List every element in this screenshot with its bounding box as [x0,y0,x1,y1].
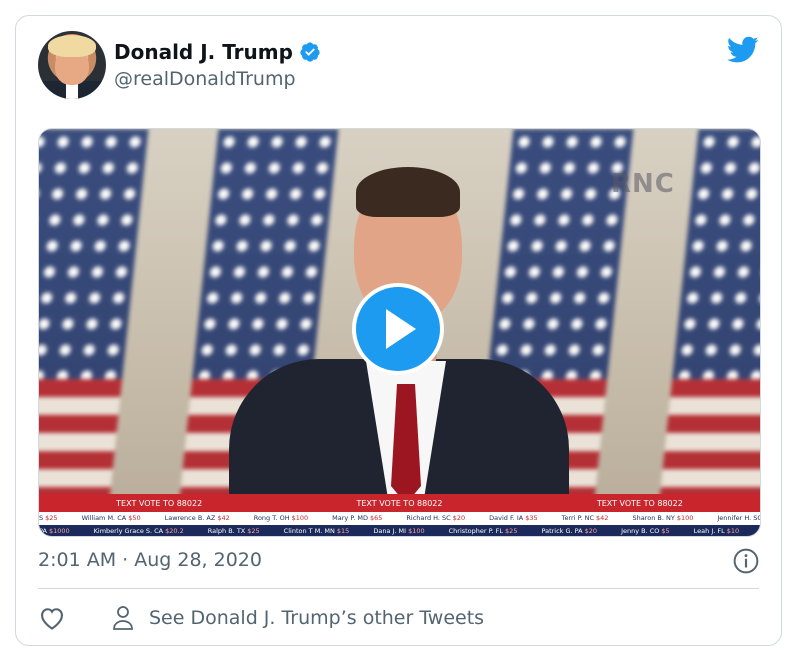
flag-backdrop [39,129,149,499]
ticker-donor-entry: William M. CA $50 [82,514,153,522]
author-display-name[interactable]: Donald J. Trump [114,40,293,64]
ticker-donor-amount: $35 [525,514,538,522]
ticker-donor-amount: $42 [596,514,609,522]
ticker-donor-amount: $10 [726,527,740,535]
ticker-donor-amount: $25 [505,527,518,535]
ticker-donor-amount: $20 [452,514,466,522]
ticker-donor-name: PA [39,527,47,535]
ticker-banner: TEXT VOTE TO 88022 TEXT VOTE TO 88022 TE… [39,494,760,512]
ticker-donor-amount: $20.2 [165,527,184,535]
divider [38,588,759,589]
ticker-banner-text: TEXT VOTE TO 88022 [596,498,683,508]
avatar-shirt [66,83,78,99]
ticker-donor-amount: $50 [128,514,141,522]
see-other-tweets-link[interactable]: See Donald J. Trump’s other Tweets [149,607,484,629]
ticker-donor-entry: Mary P. MD $65 [332,514,394,522]
author-name-row[interactable]: Donald J. Trump [114,40,321,64]
ticker-donor-entry: Rong T. OH $100 [254,514,320,522]
ticker-donor-amount: $100 [408,527,425,535]
ticker-donor-amount: $15 [336,527,350,535]
ticker-donor-name: Clinton T M. MN [283,527,335,535]
ticker-donor-entry: David F. IA $35 [489,514,549,522]
ticker-donor-name: S [39,514,44,522]
avatar[interactable] [38,31,106,99]
ticker-donor-name: David F. IA [489,514,524,522]
heart-icon[interactable] [38,604,66,632]
ticker-donor-name: Terri P. NC [561,514,595,522]
ticker-donor-entry: Christopher P. FL $25 [449,527,530,535]
ticker-banner-text: TEXT VOTE TO 88022 [116,498,203,508]
ticker-donor-entry: Kimberly Grace S. CA $20.2 [94,527,196,535]
ticker-donor-name: Kimberly Grace S. CA [93,527,164,535]
ticker-donor-amount: $20 [584,527,598,535]
ticker-donor-name: Jenny B. CO [621,527,660,535]
verified-badge-icon [300,42,320,62]
ticker-donor-name: Dana J. MI [373,527,407,535]
ticker-donor-entry: Lawrence B. AZ $42 [165,514,242,522]
ticker-donor-name: Lawrence B. AZ [164,514,216,522]
ticker-donor-row: S $25 William M. CA $50 Lawrence B. AZ $42 Ron… [39,512,760,525]
person-icon [113,606,133,630]
ticker-donor-name: Ralph B. TX [207,527,246,535]
info-icon[interactable] [733,548,759,574]
ticker-donor-entry: Leah J. FL $10 [694,527,752,535]
ticker-donor-name: Mary P. MD [332,514,368,522]
tweet-timestamp[interactable]: 2:01 AM · Aug 28, 2020 [38,549,262,571]
ticker-banner-text: TEXT VOTE TO 88022 [356,498,443,508]
ticker-donor-amount: $1000 [48,527,70,535]
twitter-bird-icon[interactable] [727,36,759,64]
ticker-donor-entry: Dana J. MI $100 [373,527,436,535]
ticker-donor-amount: $100 [291,514,309,522]
ticker-donor-amount: $25 [45,514,58,522]
ticker-donor-name: Leah J. FL [693,527,725,535]
ticker-donor-entry: Terri P. NC $42 [562,514,621,522]
ticker-donor-entry: Jenny B. CO $5 [621,527,682,535]
ticker-donor-amount: $5 [661,527,670,535]
avatar-hair [48,35,96,57]
ticker-donor-entry: Patrick G. PA $20 [541,527,609,535]
play-icon [386,309,416,349]
ticker-donor-amount: $25 [247,527,260,535]
video-player[interactable]: RNC TEXT VOTE TO 88022 TEXT VOTE TO 8802… [38,128,761,537]
ticker-donor-name: Sharon B. NY [632,514,675,522]
ticker-donor-amount: $100 [676,514,694,522]
video-watermark: RNC [611,169,675,199]
ticker-donor-name: Jennifer H. SC [717,514,760,522]
ticker-donor-name: William M. CA [81,514,127,522]
ticker-donor-row: PA $1000 Kimberly Grace S. CA $20.2 Ralph B.… [39,525,760,536]
ticker-donor-entry: PA $1000 [39,527,82,535]
ticker-donor-name: Rong T. OH [253,514,290,522]
author-handle[interactable]: @realDonaldTrump [114,68,296,90]
tweet-card[interactable]: Donald J. Trump @realDonaldTrump RNC TEX… [15,15,782,646]
play-button[interactable] [352,283,444,375]
ticker-donor-entry: Sharon B. NY $100 [632,514,705,522]
ticker-donor-entry: Ralph B. TX $25 [208,527,272,535]
ticker-donor-entry: Clinton T M. MN $15 [284,527,362,535]
ticker-donor-entry: Jennifer H. SC$74 [717,514,760,522]
ticker-donor-name: Patrick G. PA [541,527,583,535]
speaker-hair [356,167,460,217]
ticker-donor-amount: $65 [369,514,383,522]
ticker-donor-entry: Richard H. SC $20 [406,514,477,522]
ticker-donor-entry: S $25 [39,514,70,522]
ticker-donor-name: Richard H. SC [406,514,451,522]
ticker-donor-amount: $42 [217,514,230,522]
ticker-donor-name: Christopher P. FL [448,527,504,535]
